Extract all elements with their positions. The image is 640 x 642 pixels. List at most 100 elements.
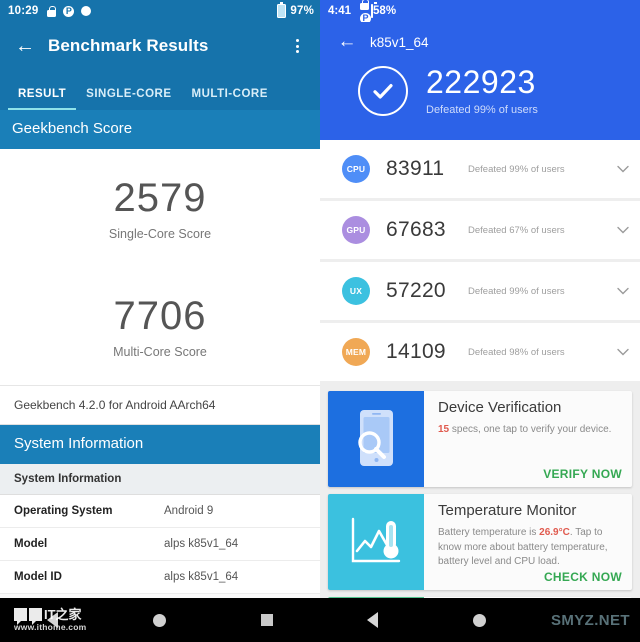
total-score-text: 222923 Defeated 99% of users <box>426 66 538 116</box>
left-status-bar: 10:29 P 97% <box>0 0 320 22</box>
temp-desc-prefix: Battery temperature is <box>438 527 540 538</box>
device-verification-desc: 15 specs, one tap to verify your device. <box>438 423 622 438</box>
geekbench-version-line: Geekbench 4.2.0 for Android AArch64 <box>0 386 320 425</box>
list-item[interactable]: UX 57220 Defeated 99% of users <box>320 262 640 323</box>
status-icons: P <box>360 0 372 24</box>
temperature-monitor-body: Temperature Monitor Battery temperature … <box>424 494 632 590</box>
lock-icon <box>47 5 57 17</box>
battery-icon <box>277 2 287 18</box>
table-row: Model ID alps k85v1_64 <box>0 561 320 594</box>
chevron-down-icon[interactable] <box>606 344 640 360</box>
single-core-score-value: 2579 <box>113 176 207 220</box>
nav-home-icon[interactable] <box>472 613 486 627</box>
table-row: Operating System Android 9 <box>0 495 320 528</box>
overflow-menu-icon[interactable] <box>282 29 312 63</box>
right-phone-antutu: 4:41 P 58% ← k85v1_64 222923 Defeated 99… <box>320 0 640 642</box>
battery-percent: 97% <box>290 5 314 17</box>
specs-count: 15 <box>438 424 450 435</box>
left-nav-bar <box>0 598 320 642</box>
page-title: Benchmark Results <box>48 36 209 55</box>
phone-magnifier-icon <box>328 391 424 487</box>
ux-defeated-text: Defeated 99% of users <box>468 285 565 297</box>
chevron-down-icon[interactable] <box>606 161 640 177</box>
total-score-value: 222923 <box>426 64 536 100</box>
tab-single-core[interactable]: SINGLE-CORE <box>76 88 181 110</box>
chevron-down-icon[interactable] <box>606 222 640 238</box>
row-value: Android 9 <box>164 505 214 517</box>
status-time: 4:41 <box>328 5 352 17</box>
mem-badge-icon: MEM <box>342 338 370 366</box>
thermometer-chart-icon <box>328 494 424 590</box>
specs-text: specs, one tap to verify your device. <box>449 424 612 435</box>
check-now-button[interactable]: CHECK NOW <box>544 570 622 584</box>
battery-icon <box>371 4 374 18</box>
p-icon: P <box>63 5 75 17</box>
back-arrow-icon[interactable]: ← <box>8 29 42 63</box>
status-icons: P <box>47 5 92 17</box>
nav-back-icon[interactable] <box>367 612 379 628</box>
battery-percent: 58% <box>373 5 397 17</box>
mem-score-value: 14109 <box>386 340 446 363</box>
status-battery: 97% <box>277 2 314 18</box>
tab-multi-core[interactable]: MULTI-CORE <box>182 88 278 110</box>
cpu-badge-icon: CPU <box>342 155 370 183</box>
lock-icon <box>360 0 370 10</box>
status-battery: 58% <box>371 4 397 18</box>
cpu-defeated-text: Defeated 99% of users <box>468 163 565 175</box>
temperature-monitor-title: Temperature Monitor <box>438 502 577 519</box>
score-spacer <box>0 241 320 295</box>
list-item[interactable]: GPU 67683 Defeated 67% of users <box>320 201 640 262</box>
mem-defeated-text: Defeated 98% of users <box>468 346 565 358</box>
device-verification-body: Device Verification 15 specs, one tap to… <box>424 391 632 487</box>
nav-back-icon[interactable] <box>47 612 59 628</box>
row-key: Operating System <box>14 505 113 517</box>
row-key: Model ID <box>14 571 62 583</box>
temperature-monitor-card[interactable]: Temperature Monitor Battery temperature … <box>328 494 632 590</box>
battery-temperature-value: 26.9°C <box>539 527 570 538</box>
row-key: Model <box>14 538 48 550</box>
ux-badge-icon: UX <box>342 277 370 305</box>
gpu-badge-icon: GPU <box>342 216 370 244</box>
ux-score-value: 57220 <box>386 279 446 302</box>
chevron-down-icon[interactable] <box>606 283 640 299</box>
device-verification-title: Device Verification <box>438 399 562 416</box>
geekbench-score-header: Geekbench Score <box>0 110 320 149</box>
status-time: 10:29 <box>8 5 39 17</box>
cpu-score-value: 83911 <box>386 157 445 180</box>
verify-now-button[interactable]: VERIFY NOW <box>543 467 622 481</box>
device-name: k85v1_64 <box>370 34 429 50</box>
multi-core-score-label: Multi-Core Score <box>113 345 207 359</box>
row-value: alps k85v1_64 <box>164 571 239 583</box>
gpu-defeated-text: Defeated 67% of users <box>468 224 565 236</box>
single-core-score-label: Single-Core Score <box>108 227 212 241</box>
score-breakdown-list: CPU 83911 Defeated 99% of users GPU 6768… <box>320 140 640 384</box>
row-value: alps k85v1_64 <box>164 538 239 550</box>
back-arrow-icon[interactable]: ← <box>332 27 362 57</box>
right-nav-bar <box>320 598 640 642</box>
device-verification-card[interactable]: Device Verification 15 specs, one tap to… <box>328 391 632 487</box>
list-item[interactable]: MEM 14109 Defeated 98% of users <box>320 323 640 384</box>
right-status-bar: 4:41 P 58% <box>320 0 640 24</box>
tab-bar: RESULT SINGLE-CORE MULTI-CORE <box>0 70 320 110</box>
left-app-bar: ← Benchmark Results <box>0 22 320 70</box>
nav-home-icon[interactable] <box>152 613 166 627</box>
dual-phone-screenshot: 10:29 P 97% ← Benchmark Results RESULT S… <box>0 0 640 642</box>
total-score-block: 222923 Defeated 99% of users <box>320 66 640 116</box>
dot-icon <box>81 6 92 16</box>
right-app-bar: ← k85v1_64 <box>320 22 640 62</box>
table-row: Model alps k85v1_64 <box>0 528 320 561</box>
system-table-subheader: System Information <box>0 464 320 495</box>
score-card: 2579 Single-Core Score 7706 Multi-Core S… <box>0 149 320 386</box>
total-score-subtitle: Defeated 99% of users <box>426 104 538 116</box>
left-phone-geekbench: 10:29 P 97% ← Benchmark Results RESULT S… <box>0 0 320 642</box>
nav-recents-icon[interactable] <box>260 614 273 626</box>
multi-core-score-value: 7706 <box>113 294 207 338</box>
antutu-header: ← k85v1_64 222923 Defeated 99% of users <box>320 22 640 140</box>
tab-result[interactable]: RESULT <box>8 88 77 110</box>
temperature-monitor-desc: Battery temperature is 26.9°C. Tap to kn… <box>438 526 622 570</box>
system-information-header: System Information <box>0 425 320 464</box>
list-item[interactable]: CPU 83911 Defeated 99% of users <box>320 140 640 201</box>
check-circle-icon <box>358 66 408 116</box>
gpu-score-value: 67683 <box>386 218 446 241</box>
